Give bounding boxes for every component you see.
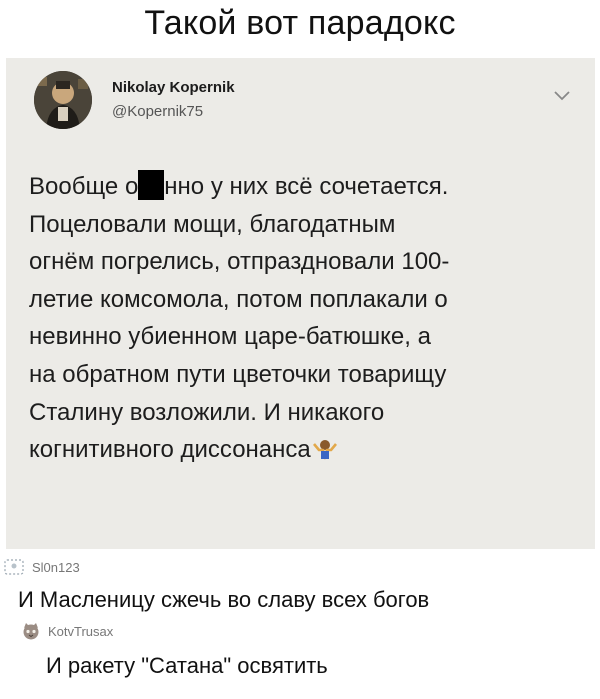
comment-text: И ракету "Сатана" освятить [46,653,328,678]
comment-username: KotvTrusax [48,623,114,639]
comment-username: Sl0n123 [32,559,80,575]
tweet-line: на обратном пути цветочки товарищу [29,360,447,388]
user-avatar[interactable] [34,71,92,129]
tweet-line: Поцеловали мощи, благодатным [29,210,396,238]
default-avatar-icon [4,559,24,575]
chevron-down-icon[interactable] [552,88,572,102]
tweet-line: невинно убиенном царе-батюшке, а [29,323,431,351]
user-handle[interactable]: @Kopernik75 [112,103,203,120]
tweet-line: Сталину возложили. И никакого [29,398,385,426]
comment-text: И Масленицу сжечь во славу всех богов [18,587,430,612]
avatar-photo-icon [34,71,92,129]
tweet-line: когнитивного диссонанса [29,436,311,464]
shrug-emoji-icon [312,440,337,460]
tweet-text-rest: нно у них всё сочетается. [164,173,449,200]
page-title: Такой вот парадокс [144,4,456,42]
tweet-line: летие комсомола, потом поплакали о [29,285,448,313]
comment-author-1[interactable]: Sl0n123 [4,557,80,577]
user-name[interactable]: Nikolay Kopernik [112,79,235,96]
tweet-line: Вообще о нно у них всё сочетается. [29,168,589,206]
tweet-line: огнём погрелись, отпраздновали 100- [29,248,450,276]
cat-avatar-icon [23,623,39,640]
tweet-card: Nikolay Kopernik @Kopernik75 Вообще о нно… [6,58,595,549]
redaction-block [138,170,165,200]
comment-author-2[interactable]: KotvTrusax [20,621,113,641]
tweet-text-start: Вообще о [29,173,139,200]
tweet-line-last: когнитивного диссонанса [29,431,589,469]
tweet-text: Вообще о нно у них всё сочетается. Поцело… [29,168,589,469]
